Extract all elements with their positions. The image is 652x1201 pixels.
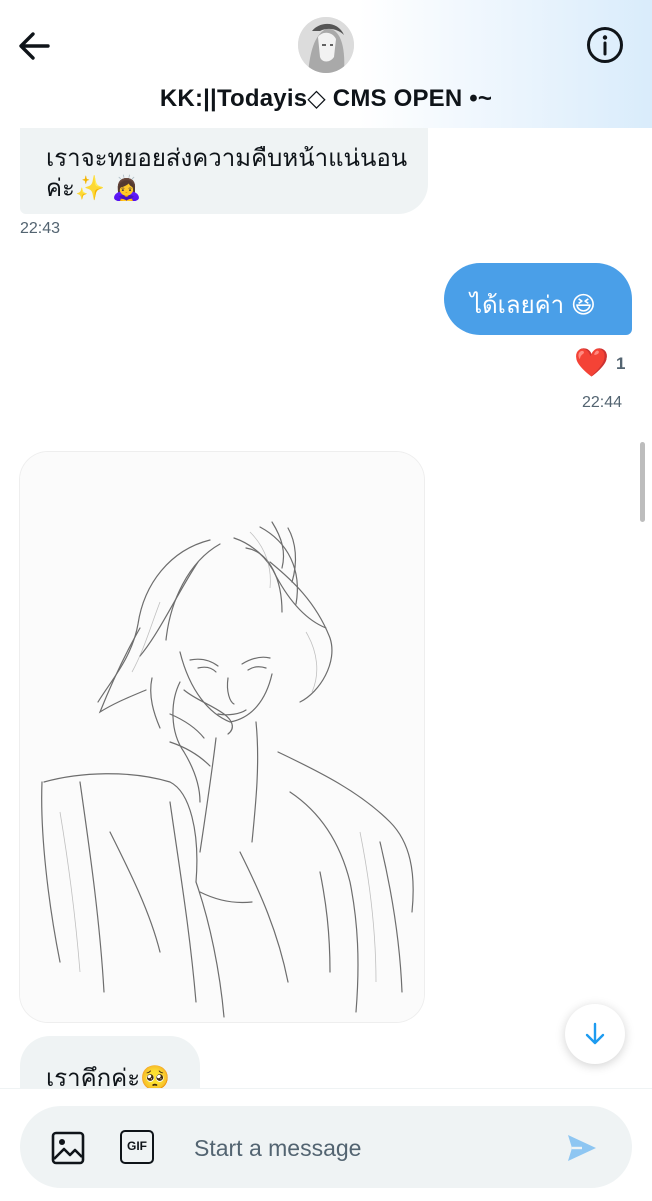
message-text: ค่ะ✨ 🙇‍♀️ xyxy=(46,175,142,202)
heart-icon: ❤️ xyxy=(574,347,609,378)
pencil-sketch-portrait-icon xyxy=(20,452,424,1022)
arrow-down-icon xyxy=(585,1022,605,1045)
image-icon xyxy=(51,1131,85,1165)
gif-label: GIF xyxy=(127,1139,147,1153)
scrollbar-thumb[interactable] xyxy=(640,442,645,522)
image-attachment[interactable] xyxy=(20,452,424,1022)
message-timestamp: 22:43 xyxy=(20,220,61,237)
scroll-to-bottom-button[interactable] xyxy=(565,1004,625,1064)
message-bubble-outgoing[interactable]: ได้เลยค่า 😆 xyxy=(444,263,632,335)
message-input[interactable] xyxy=(192,1127,556,1169)
conversation-header: KK:||Todayis◇ CMS OPEN •~ xyxy=(0,0,652,128)
reaction-heart[interactable]: ❤️ 1 xyxy=(574,346,634,382)
send-button[interactable] xyxy=(564,1130,600,1166)
send-icon xyxy=(568,1135,596,1161)
avatar[interactable] xyxy=(298,17,354,73)
conversation-info-button[interactable] xyxy=(584,24,626,66)
back-button[interactable] xyxy=(14,26,54,66)
arrow-left-icon xyxy=(19,32,50,60)
conversation-title: KK:||Todayis◇ CMS OPEN •~ xyxy=(159,85,493,112)
reaction-count: 1 xyxy=(616,354,626,373)
composer: GIF xyxy=(20,1106,632,1188)
composer-bar: GIF xyxy=(0,1088,652,1201)
message-timestamp: 22:44 xyxy=(582,394,623,411)
gif-button[interactable]: GIF xyxy=(120,1130,154,1164)
info-icon xyxy=(587,27,623,63)
attach-media-button[interactable] xyxy=(50,1130,86,1166)
avatar-sketch-icon xyxy=(298,17,354,73)
message-text: ได้เลยค่า 😆 xyxy=(470,292,596,319)
